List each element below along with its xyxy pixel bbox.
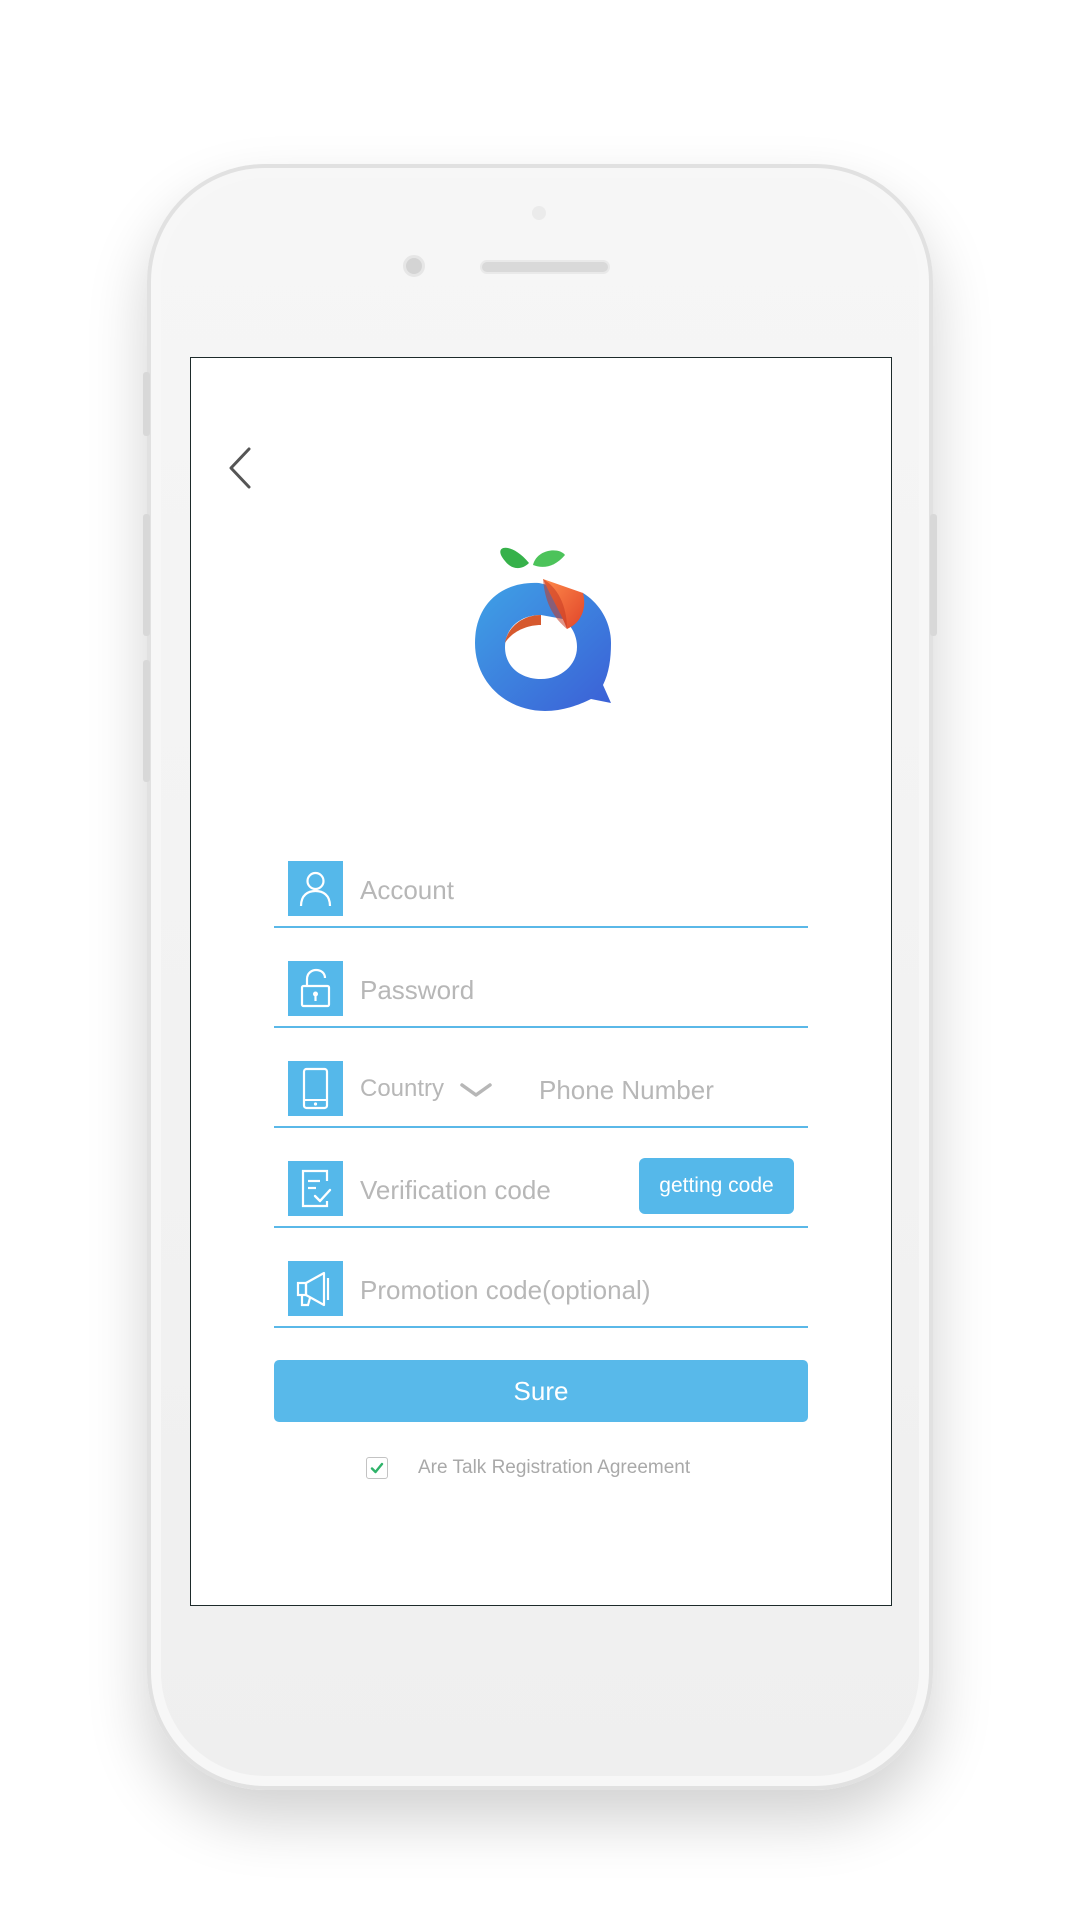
earpiece-speaker [480,260,610,274]
verification-icon [288,1161,343,1216]
registration-form: Country getting code [274,828,808,1328]
power-button [930,514,937,636]
proximity-sensor [532,206,546,220]
volume-up-button [143,514,150,636]
mute-switch [143,372,150,436]
app-logo [471,543,611,713]
megaphone-icon [288,1261,343,1316]
password-row [274,928,808,1028]
back-button[interactable] [221,443,261,493]
lock-icon [288,961,343,1016]
phone-number-input[interactable] [539,1072,789,1108]
chevron-down-icon [459,1082,492,1097]
promotion-row [274,1228,808,1328]
agreement-row: Are Talk Registration Agreement [366,1453,690,1483]
app-screen: Country getting code [190,357,892,1606]
sure-button[interactable]: Sure [274,1360,808,1422]
country-label: Country [360,1075,445,1102]
verification-row: getting code [274,1128,808,1228]
chevron-left-icon [229,447,251,489]
account-row [274,828,808,928]
check-icon [370,1462,384,1474]
user-icon [288,861,343,916]
phone-row: Country [274,1028,808,1128]
volume-down-button [143,660,150,782]
phone-icon [288,1061,343,1116]
promotion-code-input[interactable] [360,1272,780,1308]
agreement-link[interactable]: Are Talk Registration Agreement [418,1457,690,1479]
getting-code-button[interactable]: getting code [639,1158,794,1214]
front-camera [403,255,425,277]
country-select[interactable]: Country [360,1071,493,1107]
verification-code-input[interactable] [360,1172,630,1208]
password-input[interactable] [360,972,780,1008]
agreement-checkbox[interactable] [366,1457,388,1479]
account-input[interactable] [360,872,780,908]
